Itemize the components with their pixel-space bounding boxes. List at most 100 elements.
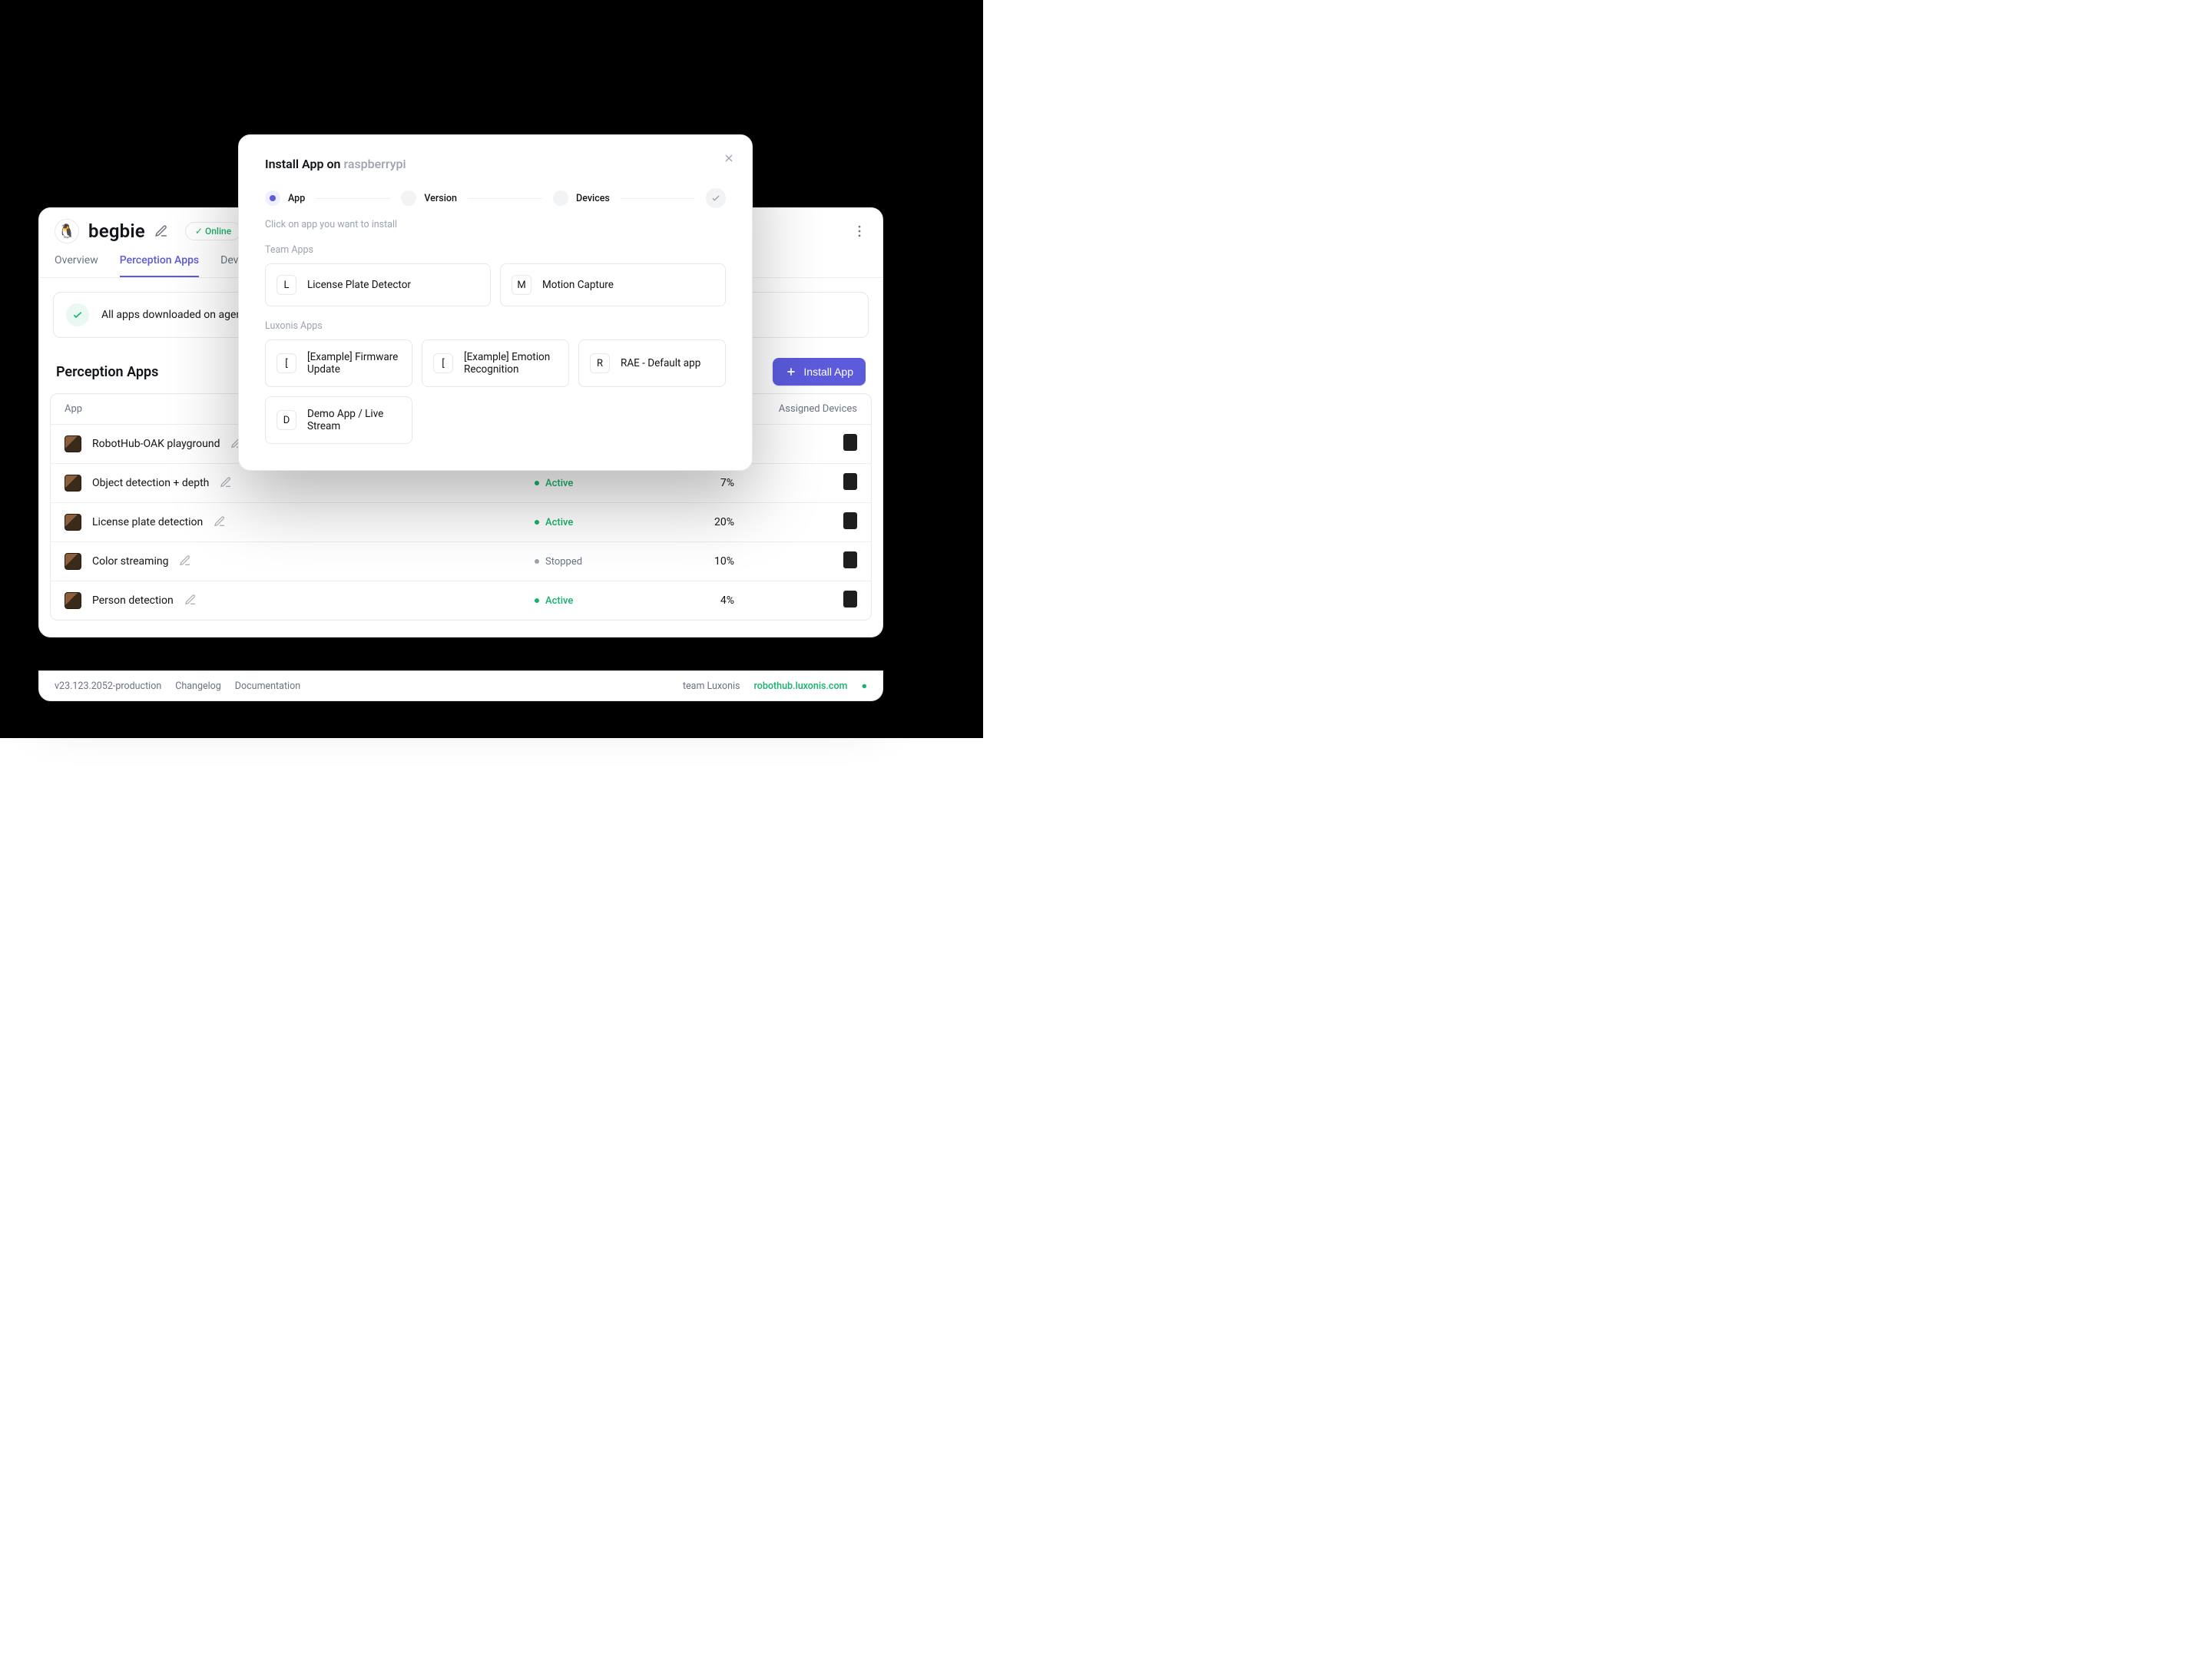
footer-link-documentation[interactable]: Documentation <box>235 680 300 692</box>
modal-title-prefix: Install App on <box>265 157 343 171</box>
step-separator <box>316 198 390 199</box>
status-badge: ✓ Online <box>185 222 241 240</box>
status-text: Stopped <box>545 556 582 568</box>
app-icon <box>65 553 81 570</box>
status-dot-icon <box>535 520 539 525</box>
status-dot-icon: ● <box>861 680 867 692</box>
device-icon <box>843 551 857 568</box>
app-option-label: Demo App / Live Stream <box>307 408 401 432</box>
step-complete-icon <box>706 188 726 208</box>
status-text: Active <box>545 517 573 528</box>
alert-text: All apps downloaded on agent <box>101 309 246 321</box>
stepper: App Version Devices <box>265 188 726 208</box>
status-cell: Active <box>535 517 627 528</box>
app-name: Person detection <box>92 594 174 607</box>
step-label: Version <box>424 193 457 204</box>
app-icon <box>65 514 81 531</box>
install-app-button[interactable]: Install App <box>773 358 866 386</box>
app-option[interactable]: R RAE - Default app <box>578 339 726 387</box>
app-option-label: RAE - Default app <box>621 357 700 369</box>
app-option[interactable]: L License Plate Detector <box>265 263 491 306</box>
step-separator <box>468 198 542 199</box>
version-label: v23.123.2052-production <box>55 680 161 692</box>
table-row[interactable]: License plate detection Active 20% <box>51 502 871 541</box>
status-cell: Stopped <box>535 556 627 568</box>
app-name: License plate detection <box>92 516 203 528</box>
close-icon[interactable] <box>723 152 737 166</box>
app-letter-badge: M <box>512 275 531 295</box>
edit-icon[interactable] <box>154 224 168 238</box>
step-label: Devices <box>576 193 610 204</box>
edit-icon[interactable] <box>184 594 198 608</box>
app-letter-badge: [ <box>276 353 296 373</box>
more-icon[interactable] <box>852 223 867 239</box>
status-dot-icon <box>535 598 539 603</box>
app-letter-badge: D <box>276 410 296 430</box>
alloc-cell: 7% <box>627 477 734 489</box>
app-icon <box>65 435 81 452</box>
status-text: Active <box>545 478 573 489</box>
install-app-label: Install App <box>803 366 853 378</box>
device-icon <box>843 512 857 529</box>
app-name: Color streaming <box>92 555 168 568</box>
devices-cell <box>734 512 857 532</box>
table-row[interactable]: Person detection Active 4% <box>51 581 871 620</box>
app-option[interactable]: D Demo App / Live Stream <box>265 396 412 444</box>
team-label: team Luxonis <box>683 680 740 692</box>
app-option-label: License Plate Detector <box>307 279 411 291</box>
section-title: Perception Apps <box>56 364 158 380</box>
edit-icon[interactable] <box>220 476 233 490</box>
table-row[interactable]: Color streaming Stopped 10% <box>51 541 871 581</box>
app-option-label: [Example] Emotion Recognition <box>464 351 558 376</box>
group-label: Team Apps <box>265 244 726 256</box>
step-dot-icon <box>401 190 416 206</box>
modal-help: Click on app you want to install <box>265 219 726 230</box>
app-letter-badge: [ <box>433 353 453 373</box>
linux-icon: 🐧 <box>58 223 75 240</box>
app-letter-badge: L <box>276 275 296 295</box>
edit-icon[interactable] <box>179 555 193 568</box>
agent-name: begbie <box>88 220 145 242</box>
status-dot-icon <box>535 559 539 564</box>
app-name: RobotHub-OAK playground <box>92 438 220 450</box>
tab-perception-apps[interactable]: Perception Apps <box>120 254 199 277</box>
app-option[interactable]: M Motion Capture <box>500 263 726 306</box>
footer-bar: v23.123.2052-production Changelog Docume… <box>38 670 883 701</box>
check-icon <box>66 303 89 326</box>
devices-cell <box>734 473 857 493</box>
app-option-label: [Example] Firmware Update <box>307 351 401 376</box>
app-name: Object detection + depth <box>92 477 209 489</box>
alloc-cell: 20% <box>627 516 734 528</box>
col-devices: Assigned Devices <box>734 403 857 415</box>
step-dot-icon <box>265 190 280 206</box>
devices-cell <box>734 591 857 611</box>
edit-icon[interactable] <box>214 515 227 529</box>
device-icon <box>843 434 857 451</box>
alloc-cell: 10% <box>627 555 734 568</box>
tab-overview[interactable]: Overview <box>55 254 98 277</box>
app-option[interactable]: [ [Example] Emotion Recognition <box>422 339 569 387</box>
status-dot-icon <box>535 481 539 485</box>
alloc-cell: 4% <box>627 594 734 607</box>
group-label: Luxonis Apps <box>265 320 726 332</box>
install-app-modal: Install App on raspberrypi App Version D… <box>238 134 753 471</box>
step-dot-icon <box>553 190 568 206</box>
app-letter-badge: R <box>590 353 610 373</box>
devices-cell <box>734 551 857 571</box>
step-label: App <box>288 193 305 204</box>
app-icon <box>65 592 81 609</box>
status-cell: Active <box>535 478 627 489</box>
app-option-label: Motion Capture <box>542 279 614 291</box>
devices-cell <box>734 434 857 454</box>
host-label[interactable]: robothub.luxonis.com <box>754 680 848 692</box>
modal-hostname: raspberrypi <box>343 157 406 171</box>
step-separator <box>621 198 695 199</box>
device-icon <box>843 591 857 608</box>
app-option[interactable]: [ [Example] Firmware Update <box>265 339 412 387</box>
step-devices[interactable]: Devices <box>553 190 610 206</box>
step-version[interactable]: Version <box>401 190 457 206</box>
modal-title: Install App on raspberrypi <box>265 157 726 171</box>
footer-link-changelog[interactable]: Changelog <box>175 680 221 692</box>
status-cell: Active <box>535 595 627 607</box>
step-app[interactable]: App <box>265 190 305 206</box>
